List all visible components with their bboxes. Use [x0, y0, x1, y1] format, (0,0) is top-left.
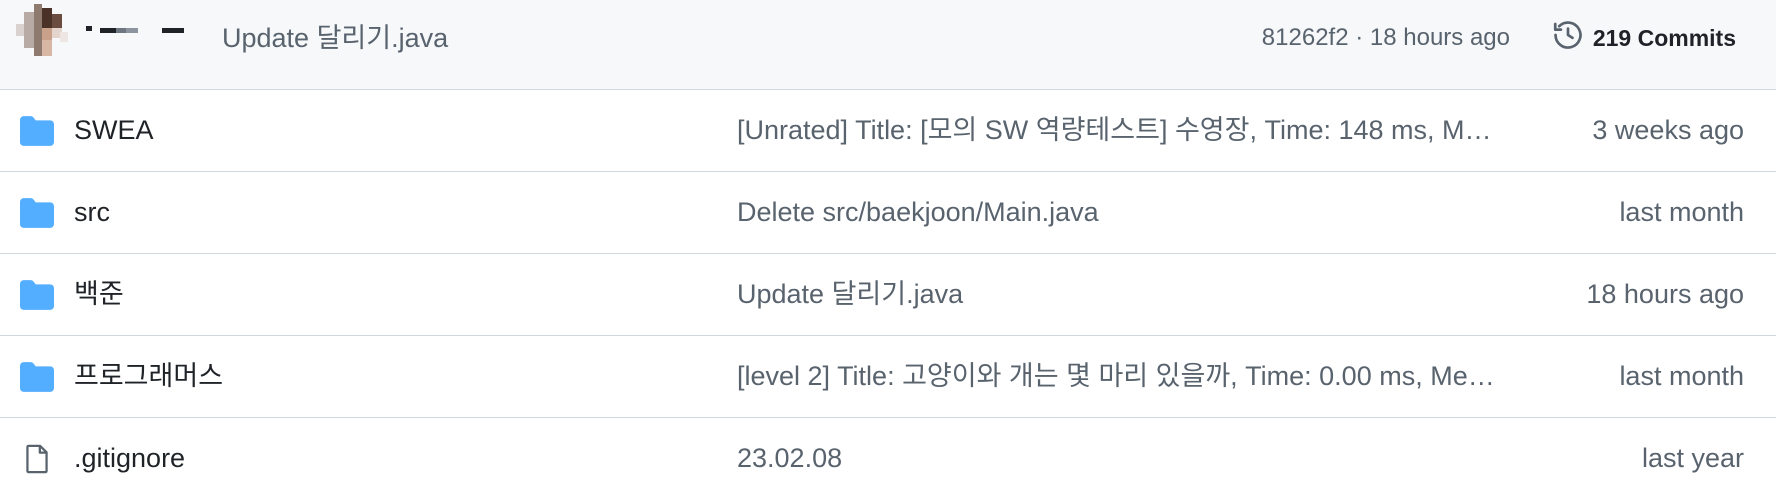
avatar[interactable]	[16, 4, 68, 56]
commit-message-link[interactable]: Delete src/baekjoon/Main.java	[737, 193, 1503, 231]
history-icon	[1551, 18, 1585, 58]
file-row-gitignore[interactable]: .gitignore 23.02.08 last year	[0, 418, 1776, 500]
commit-age: last month	[1619, 361, 1744, 391]
folder-icon	[20, 196, 54, 230]
commit-message-link[interactable]: 23.02.08	[737, 439, 1503, 477]
file-name-link[interactable]: 프로그래머스	[74, 357, 223, 395]
file-row-src[interactable]: src Delete src/baekjoon/Main.java last mon…	[0, 172, 1776, 254]
commit-message-link[interactable]: Update 달리기.java	[737, 275, 1503, 313]
commit-age: last month	[1619, 197, 1744, 227]
commits-history-link[interactable]: 219 Commits	[1551, 18, 1736, 58]
file-name-link[interactable]: src	[74, 193, 110, 231]
commit-age: 3 weeks ago	[1592, 115, 1744, 145]
author-name[interactable]	[84, 22, 184, 34]
folder-icon	[20, 278, 54, 312]
commit-age: 18 hours ago	[1586, 279, 1744, 309]
latest-commit-bar: Update 달리기.java 81262f2 · 18 hours ago 2…	[0, 0, 1776, 90]
file-name-link[interactable]: 백준	[74, 275, 124, 313]
commit-message-link[interactable]: [Unrated] Title: [모의 SW 역량테스트] 수영장, Time…	[737, 111, 1503, 149]
file-row-2[interactable]: 백준 Update 달리기.java 18 hours ago	[0, 254, 1776, 336]
folder-icon	[20, 360, 54, 394]
latest-commit-message[interactable]: Update 달리기.java	[222, 20, 448, 56]
file-icon	[20, 442, 54, 476]
commit-age: last year	[1641, 443, 1744, 473]
file-row-swea[interactable]: SWEA [Unrated] Title: [모의 SW 역량테스트] 수영장, …	[0, 90, 1776, 172]
commits-count: 219 Commits	[1592, 24, 1736, 51]
file-name-link[interactable]: SWEA	[74, 111, 154, 149]
folder-icon	[20, 114, 54, 148]
file-name-link[interactable]: .gitignore	[74, 439, 185, 477]
file-row-3[interactable]: 프로그래머스 [level 2] Title: 고양이와 개는 몇 마리 있을까,…	[0, 336, 1776, 418]
commit-message-link[interactable]: [level 2] Title: 고양이와 개는 몇 마리 있을까, Time:…	[737, 357, 1503, 395]
file-list: SWEA [Unrated] Title: [모의 SW 역량테스트] 수영장, …	[0, 90, 1776, 500]
latest-commit-meta[interactable]: 81262f2 · 18 hours ago	[1262, 20, 1510, 56]
